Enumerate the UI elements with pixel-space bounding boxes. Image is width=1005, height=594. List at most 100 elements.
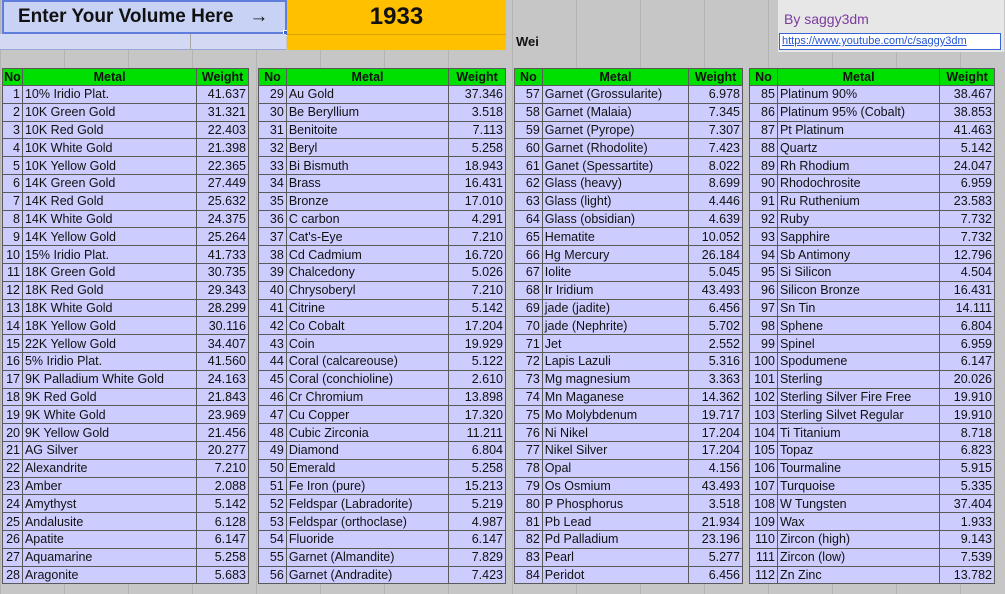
row-number-cell[interactable]: 32: [258, 138, 287, 158]
metal-name-cell[interactable]: 14K Red Gold: [21, 191, 198, 211]
column-header-weight[interactable]: Weight: [196, 68, 249, 86]
weight-cell[interactable]: 11.211: [448, 423, 506, 442]
row-number-cell[interactable]: 100: [749, 351, 778, 371]
row-number-cell[interactable]: 54: [258, 529, 287, 549]
row-number-cell[interactable]: 6: [2, 173, 23, 193]
metal-name-cell[interactable]: Pt Platinum: [776, 120, 941, 140]
row-number-cell[interactable]: 96: [749, 280, 778, 300]
metal-name-cell[interactable]: Citrine: [285, 298, 450, 318]
weight-cell[interactable]: 5.045: [688, 262, 743, 282]
weight-cell[interactable]: 21.934: [688, 512, 743, 531]
metal-name-cell[interactable]: Andalusite: [21, 512, 198, 531]
metal-name-cell[interactable]: jade (jadite): [541, 298, 690, 318]
volume-cell-lower[interactable]: [287, 34, 506, 50]
weight-cell[interactable]: 4.446: [688, 191, 743, 211]
weight-cell[interactable]: 13.898: [448, 387, 506, 407]
metal-name-cell[interactable]: Garnet (Almandite): [285, 547, 450, 567]
metal-name-cell[interactable]: Hematite: [541, 227, 690, 247]
weight-cell[interactable]: 22.403: [196, 120, 249, 140]
column-header-metal[interactable]: Metal: [285, 68, 450, 86]
weight-cell[interactable]: 31.321: [196, 102, 249, 122]
row-number-cell[interactable]: 89: [749, 156, 778, 175]
metal-name-cell[interactable]: Apatite: [21, 529, 198, 549]
weight-cell[interactable]: 22.365: [196, 156, 249, 175]
weight-cell[interactable]: 5.335: [939, 476, 995, 496]
metal-name-cell[interactable]: Co Cobalt: [285, 316, 450, 336]
weight-cell[interactable]: 41.733: [196, 245, 249, 264]
weight-cell[interactable]: 8.699: [688, 173, 743, 193]
weight-cell[interactable]: 21.843: [196, 387, 249, 407]
metal-name-cell[interactable]: Sn Tin: [776, 298, 941, 318]
row-number-cell[interactable]: 88: [749, 138, 778, 158]
row-number-cell[interactable]: 8: [2, 209, 23, 229]
row-number-cell[interactable]: 61: [514, 156, 543, 175]
row-number-cell[interactable]: 80: [514, 494, 543, 514]
row-number-cell[interactable]: 33: [258, 156, 287, 175]
empty-cells-row[interactable]: [0, 34, 286, 50]
metal-name-cell[interactable]: Si Silicon: [776, 262, 941, 282]
weight-cell[interactable]: 2.610: [448, 369, 506, 389]
weight-cell[interactable]: 5.683: [196, 565, 249, 585]
metal-name-cell[interactable]: 18K Green Gold: [21, 262, 198, 282]
row-number-cell[interactable]: 82: [514, 529, 543, 549]
metal-name-cell[interactable]: 10K Green Gold: [21, 102, 198, 122]
metal-name-cell[interactable]: Spodumene: [776, 351, 941, 371]
metal-name-cell[interactable]: 10K White Gold: [21, 138, 198, 158]
row-number-cell[interactable]: 76: [514, 423, 543, 442]
metal-name-cell[interactable]: Spinel: [776, 334, 941, 353]
row-number-cell[interactable]: 12: [2, 280, 23, 300]
row-number-cell[interactable]: 77: [514, 440, 543, 460]
weight-cell[interactable]: 7.732: [939, 209, 995, 229]
weight-cell[interactable]: 5.258: [196, 547, 249, 567]
weight-cell[interactable]: 25.632: [196, 191, 249, 211]
metal-name-cell[interactable]: Mn Maganese: [541, 387, 690, 407]
metal-name-cell[interactable]: Garnet (Pyrope): [541, 120, 690, 140]
weight-cell[interactable]: 16.431: [939, 280, 995, 300]
weight-cell[interactable]: 38.853: [939, 102, 995, 122]
row-number-cell[interactable]: 64: [514, 209, 543, 229]
row-number-cell[interactable]: 58: [514, 102, 543, 122]
metal-name-cell[interactable]: Beryl: [285, 138, 450, 158]
row-number-cell[interactable]: 112: [749, 565, 778, 585]
weight-cell[interactable]: 23.583: [939, 191, 995, 211]
weight-cell[interactable]: 17.204: [688, 440, 743, 460]
metal-name-cell[interactable]: Os Osmium: [541, 476, 690, 496]
metal-name-cell[interactable]: Sapphire: [776, 227, 941, 247]
row-number-cell[interactable]: 79: [514, 476, 543, 496]
row-number-cell[interactable]: 27: [2, 547, 23, 567]
row-number-cell[interactable]: 52: [258, 494, 287, 514]
metal-name-cell[interactable]: W Tungsten: [776, 494, 941, 514]
metal-name-cell[interactable]: Au Gold: [285, 85, 450, 104]
row-number-cell[interactable]: 38: [258, 245, 287, 264]
weight-cell[interactable]: 4.156: [688, 458, 743, 478]
weight-cell[interactable]: 17.320: [448, 405, 506, 425]
weight-cell[interactable]: 10.052: [688, 227, 743, 247]
metal-name-cell[interactable]: Wax: [776, 512, 941, 531]
weight-cell[interactable]: 41.637: [196, 85, 249, 104]
weight-cell[interactable]: 5.915: [939, 458, 995, 478]
weight-cell[interactable]: 6.128: [196, 512, 249, 531]
metal-name-cell[interactable]: Peridot: [541, 565, 690, 585]
weight-cell[interactable]: 7.210: [448, 227, 506, 247]
row-number-cell[interactable]: 47: [258, 405, 287, 425]
weight-cell[interactable]: 7.345: [688, 102, 743, 122]
youtube-link[interactable]: https://www.youtube.com/c/saggy3dm: [779, 33, 1001, 50]
metal-name-cell[interactable]: 14K Green Gold: [21, 173, 198, 193]
row-number-cell[interactable]: 9: [2, 227, 23, 247]
metal-name-cell[interactable]: Opal: [541, 458, 690, 478]
row-number-cell[interactable]: 86: [749, 102, 778, 122]
metal-name-cell[interactable]: Garnet (Rhodolite): [541, 138, 690, 158]
row-number-cell[interactable]: 71: [514, 334, 543, 353]
row-number-cell[interactable]: 13: [2, 298, 23, 318]
metal-name-cell[interactable]: Turquoise: [776, 476, 941, 496]
weight-cell[interactable]: 24.375: [196, 209, 249, 229]
weight-cell[interactable]: 6.147: [939, 351, 995, 371]
row-number-cell[interactable]: 44: [258, 351, 287, 371]
weight-cell[interactable]: 30.116: [196, 316, 249, 336]
row-number-cell[interactable]: 68: [514, 280, 543, 300]
weight-cell[interactable]: 5.316: [688, 351, 743, 371]
row-number-cell[interactable]: 81: [514, 512, 543, 531]
row-number-cell[interactable]: 21: [2, 440, 23, 460]
metal-name-cell[interactable]: Cat's-Eye: [285, 227, 450, 247]
metal-name-cell[interactable]: Amber: [21, 476, 198, 496]
